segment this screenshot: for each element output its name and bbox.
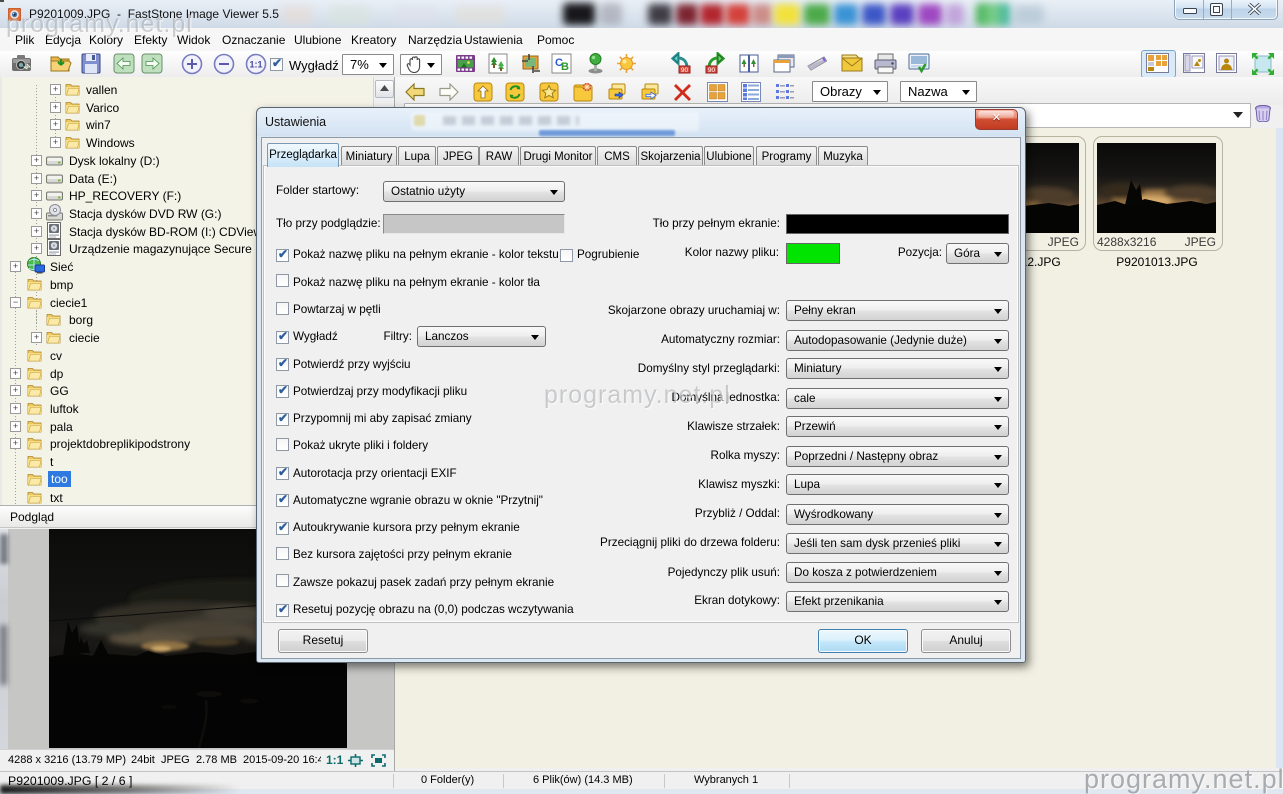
svg-text:90: 90 [708,67,716,74]
svg-text:B: B [561,61,569,73]
svg-text:1:1: 1:1 [249,60,262,70]
svg-text:90: 90 [681,67,689,74]
